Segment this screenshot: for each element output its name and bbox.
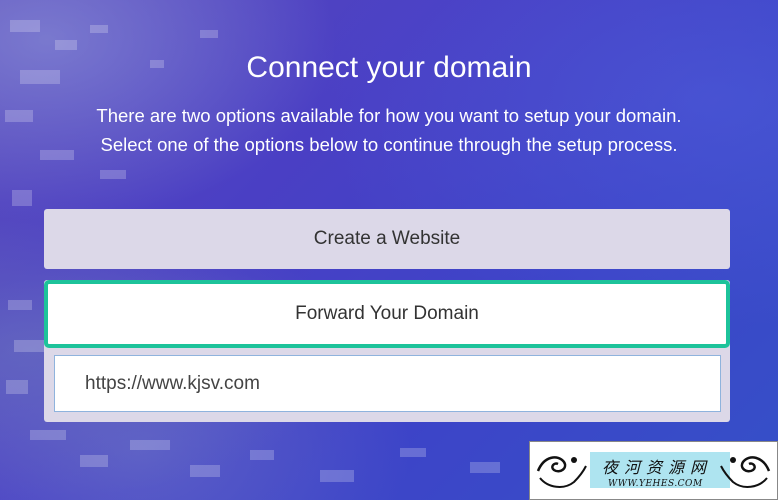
- forward-domain-label: Forward Your Domain: [295, 303, 479, 324]
- page-title: Connect your domain: [246, 51, 532, 84]
- forward-url-input[interactable]: [54, 355, 721, 412]
- watermark-logo: 夜河资源网 WWW.YEHES.COM: [529, 441, 778, 500]
- subtitle-line-1: There are two options available for how …: [96, 105, 682, 126]
- forward-domain-option[interactable]: Forward Your Domain: [44, 280, 730, 348]
- create-website-option[interactable]: Create a Website: [44, 209, 730, 269]
- watermark-chinese-text: 夜河资源网: [602, 458, 713, 477]
- ornament-left-icon: [536, 456, 587, 488]
- subtitle-line-2: Select one of the options below to conti…: [100, 134, 678, 155]
- ornament-right-icon: [720, 456, 771, 488]
- watermark-url-text: WWW.YEHES.COM: [608, 479, 703, 489]
- page-subtitle: There are two options available for how …: [0, 101, 778, 159]
- create-website-label: Create a Website: [313, 228, 461, 249]
